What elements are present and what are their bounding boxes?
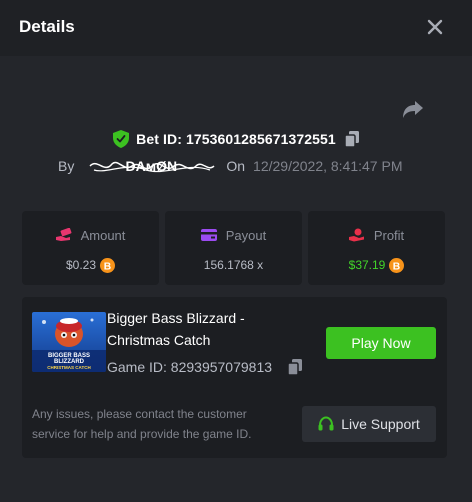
on-label: On [226,158,246,174]
stat-profit: Profit $37.19 B [308,211,445,285]
bet-id: Bet ID: 1753601285671372551 [136,131,336,147]
live-support-label: Live Support [341,416,420,432]
share-icon[interactable] [401,98,425,120]
by-label: By [58,158,75,174]
amount-value: $0.23 [65,258,97,272]
game-title: Bigger Bass Blizzard - Christmas Catch [107,310,245,348]
svg-text:B: B [393,261,400,272]
bitcoin-icon: B [100,257,116,273]
game-id-row: Game ID: 8293957079813 [107,358,303,376]
close-icon[interactable] [424,16,446,38]
username[interactable]: DAмØN [86,158,216,174]
bet-date: 12/29/2022, 8:41:47 PM [253,158,403,174]
copy-icon[interactable] [344,131,359,147]
modal-header: Details [0,0,472,56]
live-support-button[interactable]: Live Support [302,406,436,442]
bet-id-row: Bet ID: 1753601285671372551 [0,128,472,150]
svg-text:B: B [104,261,111,272]
verified-shield-icon [113,130,130,148]
svg-text:CHRISTMAS CATCH: CHRISTMAS CATCH [47,365,90,370]
play-now-button[interactable]: Play Now [326,327,436,359]
wallet-card-icon [200,229,217,241]
headset-icon [318,416,334,431]
profit-label: Profit [373,227,405,243]
game-id: Game ID: 8293957079813 [107,359,273,375]
game-thumbnail[interactable]: BIGGER BASS BLIZZARD CHRISTMAS CATCH [32,312,106,372]
modal-title: Details [19,17,75,36]
copy-icon[interactable] [288,359,303,375]
payout-value: 156.1768 x [203,258,264,272]
stat-payout: Payout 156.1768 x [165,211,302,285]
help-text: Any issues, please contact the customer … [32,407,252,441]
stat-amount: Amount $0.23 B [22,211,159,285]
hand-coin-icon [348,228,364,242]
money-hand-icon [55,228,72,241]
bitcoin-icon: B [389,257,405,273]
game-card: BIGGER BASS BLIZZARD CHRISTMAS CATCH Big… [22,297,447,458]
profit-value: $37.19 [348,258,386,272]
bet-meta-row: By DAмØN On 12/29/2022, 8:41:47 PM [58,155,402,177]
payout-label: Payout [225,227,267,243]
amount-label: Amount [80,227,126,243]
